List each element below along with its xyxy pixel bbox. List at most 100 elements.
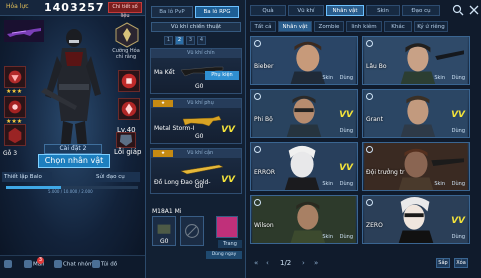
gear-icon [254,40,261,47]
chat-button[interactable]: Chat nhóm [54,260,93,268]
skin-button[interactable]: Skin [322,181,333,187]
bag-icon [92,260,100,268]
empty-slot-icon [185,224,199,238]
item-name: M18A1 Mi [152,208,182,215]
subtab-private[interactable]: Ký ứ riêng [414,21,448,32]
next-page-icon[interactable]: › [302,259,305,267]
use-now-button[interactable]: Dùng ngay [206,251,242,259]
character-name: Grant [366,116,383,123]
last-page-icon[interactable]: » [314,259,318,267]
character-card[interactable]: ZERO VV Dùng [362,195,470,244]
page-4-button[interactable]: 4 [197,36,206,45]
use-button[interactable]: Dùng [452,181,465,187]
character-card[interactable]: Grant VV Dùng [362,89,470,138]
use-button[interactable]: Dùng [340,234,353,240]
gear-icon [366,93,373,100]
backpack-setup-button[interactable]: Thiết lập Balo [2,172,52,182]
gp-bar: Hỏa lực 1403257 Chi tiết số liệu [0,0,145,19]
gear-icon [366,40,373,47]
search-icon[interactable] [452,4,464,16]
gear-icon [366,146,373,153]
skin-slot[interactable] [216,216,238,238]
skin-button[interactable]: Skin [434,75,445,81]
weapon-name: Metal Storm-I [154,125,195,132]
weapon-subtab[interactable]: Vũ khí chiến thuật [151,22,241,32]
detail-button[interactable]: Chi tiết số liệu [108,2,142,19]
equip-slot-4[interactable] [118,70,140,92]
inventory-panel: Quà Vũ khí Nhân vật Skin Đạo cụ Tất cả N… [245,0,481,278]
bottom-bar: Mail 3 Chat nhóm Túi đồ [0,255,145,278]
character-card[interactable]: Phi Bộ VV Dùng [250,89,358,138]
use-button[interactable]: Dùng [340,128,353,134]
select-character-button[interactable]: Chọn nhân vật [38,154,110,168]
character-card[interactable]: Đội trưởng tr Skin Dùng [362,142,470,191]
preset-button[interactable]: Cài đặt 2 [44,144,102,154]
rank-badge-icon[interactable] [114,22,140,48]
page-1-button[interactable]: 1 [164,36,173,45]
subtab-parts[interactable]: linh kiêm [346,21,382,32]
use-button[interactable]: Dùng [340,75,353,81]
chat-label: Chat nhóm [63,261,94,268]
sort-button[interactable]: Sắp [436,258,450,268]
tab-pvp-backpack[interactable]: Ba lô PvP [151,6,193,18]
page-2-button[interactable]: 2 [175,36,184,45]
star-rating: ★★★ [6,88,23,95]
character-name: ZERO [366,222,383,229]
character-card[interactable]: ERROR VV Skin Dùng [250,142,358,191]
menu-button[interactable] [4,260,13,268]
use-button[interactable]: Dùng [452,234,465,240]
tab-weapons[interactable]: Vũ khí [288,5,324,16]
equip-slot-5[interactable] [118,98,140,120]
armor-slot[interactable] [116,132,136,148]
tab-skins[interactable]: Skin [366,5,400,16]
weapon-card-primary[interactable]: Vũ khí chín Ma Kết Phụ kiện G0 [150,48,242,94]
use-button[interactable]: Dùng [452,75,465,81]
character-card[interactable]: Bieber Skin Dùng [250,36,358,85]
equip-slot-1[interactable] [4,66,26,88]
chat-icon [54,260,62,268]
tab-gifts[interactable]: Quà [250,5,286,16]
page-3-button[interactable]: 3 [186,36,195,45]
prev-page-icon[interactable]: ‹ [266,259,269,267]
menu-icon [4,260,12,268]
equip-slot-3[interactable] [4,124,26,146]
delete-button[interactable]: Xóa [454,258,468,268]
subtab-characters[interactable]: Nhân vật [278,21,312,32]
gp-label: Hỏa lực [6,3,29,10]
blade-icon [180,164,224,175]
character-name: Bieber [254,63,274,70]
tab-items[interactable]: Đạo cụ [402,5,440,16]
skin-button[interactable]: Skin [322,75,333,81]
skin-button[interactable]: Skin [322,234,333,240]
mail-icon [24,260,32,268]
close-icon[interactable] [468,4,480,16]
exp-caption: 5.000 / 10.000 / 2.000 [48,189,93,194]
throwable-slot[interactable]: M18A1 Mi G0 Trang [150,208,242,256]
subtab-all[interactable]: Tất cả [250,21,276,32]
character-panel: Hỏa lực 1403257 Chi tiết số liệu Cường H… [0,0,145,278]
weapon-card-secondary[interactable]: Vũ khí phụ ★ Metal Storm-I VV G0 [150,98,242,144]
tab-rpg-backpack[interactable]: Ba lô RPG [195,6,239,18]
page-indicator: 1/2 [280,259,292,267]
character-card[interactable]: Wilson Skin Dùng [250,195,358,244]
bag-button[interactable]: Túi đồ [92,260,117,268]
subtab-other[interactable]: Khác [384,21,412,32]
first-page-icon[interactable]: « [254,259,258,267]
weapon-card-melee[interactable]: Vũ khí cận ★ Đồ Long Đao Gold- VV G0 [150,148,242,194]
pagination: « ‹ 1/2 › » Sắp Xóa [246,254,481,278]
item-setup-button[interactable]: Sửi đạo cụ [94,172,140,182]
tab-characters[interactable]: Nhân vật [326,5,364,16]
page-button[interactable]: Trang [218,240,242,248]
character-card[interactable]: Lâu Bo Skin Dùng [362,36,470,85]
weapon-price: G0 [195,183,204,190]
vip-badge: VV [451,216,465,226]
weapon-price: G0 [195,133,204,140]
accessory-button[interactable]: Phụ kiện [205,71,239,80]
use-button[interactable]: Dùng [452,128,465,134]
equip-slot-2[interactable] [4,96,26,118]
use-button[interactable]: Dùng [340,181,353,187]
item-slot-2[interactable] [180,216,204,246]
skin-button[interactable]: Skin [434,181,445,187]
subtab-zombie[interactable]: Zombie [314,21,344,32]
character-name: Đội trưởng tr [366,169,405,176]
